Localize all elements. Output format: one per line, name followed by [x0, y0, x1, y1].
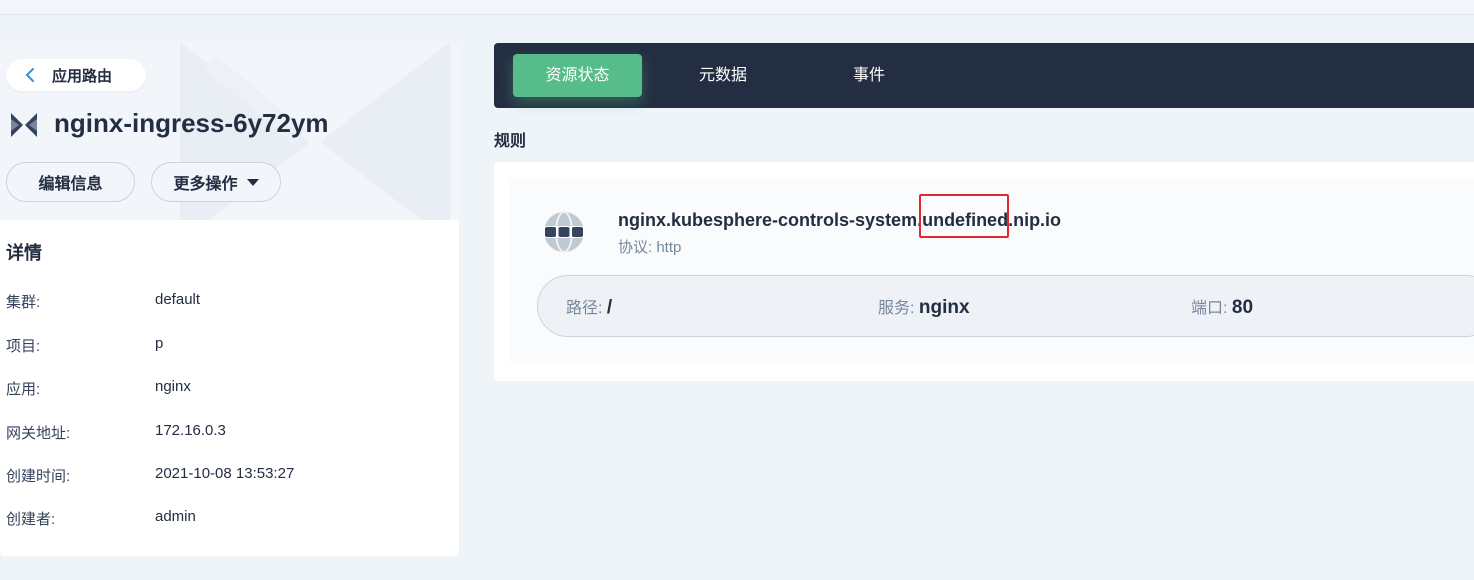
detail-key: 网关地址: [6, 425, 71, 442]
tab-bar: 资源状态 元数据 事件 [494, 43, 1474, 108]
detail-value: admin [155, 508, 196, 525]
highlight-box [919, 194, 1009, 238]
back-label: 应用路由 [52, 67, 113, 85]
rules-card: nginx.kubesphere-controls-system.undefin… [494, 162, 1474, 381]
detail-key: 创建者: [6, 511, 56, 528]
chevron-left-icon [25, 68, 34, 82]
detail-sidebar: 应用路由 nginx-ingress-6y72ym 编辑信息 更多操作 详情 集… [0, 42, 459, 556]
top-bar [0, 0, 1474, 15]
rule-path: 路径: / [566, 294, 612, 319]
edit-info-label: 编辑信息 [38, 176, 103, 193]
path-value: / [606, 297, 613, 318]
rule-port: 端口: 80 [1191, 294, 1253, 319]
rule-item: nginx.kubesphere-controls-system.undefin… [510, 179, 1474, 364]
more-actions-label: 更多操作 [173, 176, 238, 193]
rules-heading: 规则 [494, 133, 527, 150]
detail-key: 集群: [6, 294, 41, 311]
detail-value: p [155, 335, 164, 352]
detail-value: nginx [155, 378, 191, 395]
edit-info-button[interactable]: 编辑信息 [6, 162, 135, 202]
service-value: nginx [918, 297, 970, 318]
port-value: 80 [1231, 297, 1254, 318]
detail-value: 172.16.0.3 [155, 422, 226, 439]
rule-path-bar: 路径: / 服务: nginx 端口: 80 [537, 275, 1474, 337]
port-key: 端口: [1191, 300, 1228, 317]
globe-icon [544, 211, 584, 253]
tab-events[interactable]: 事件 [829, 54, 909, 97]
caret-down-icon [246, 178, 259, 186]
rule-protocol: 协议: http [618, 239, 682, 256]
more-actions-button[interactable]: 更多操作 [151, 162, 281, 202]
details-heading: 详情 [6, 243, 42, 263]
page-title: nginx-ingress-6y72ym [54, 108, 329, 138]
ingress-icon [11, 113, 37, 137]
path-key: 路径: [566, 300, 603, 317]
back-button[interactable]: 应用路由 [6, 59, 146, 91]
tab-metadata[interactable]: 元数据 [683, 54, 763, 97]
detail-value: 2021-10-08 13:53:27 [155, 465, 295, 482]
detail-key: 项目: [6, 338, 41, 355]
tab-resource-status[interactable]: 资源状态 [513, 54, 642, 97]
detail-key: 应用: [6, 381, 41, 398]
service-key: 服务: [878, 300, 915, 317]
detail-key: 创建时间: [6, 468, 71, 485]
sidebar-header: 应用路由 nginx-ingress-6y72ym 编辑信息 更多操作 [0, 42, 459, 220]
rule-service: 服务: nginx [878, 294, 970, 319]
detail-value: default [155, 291, 201, 308]
